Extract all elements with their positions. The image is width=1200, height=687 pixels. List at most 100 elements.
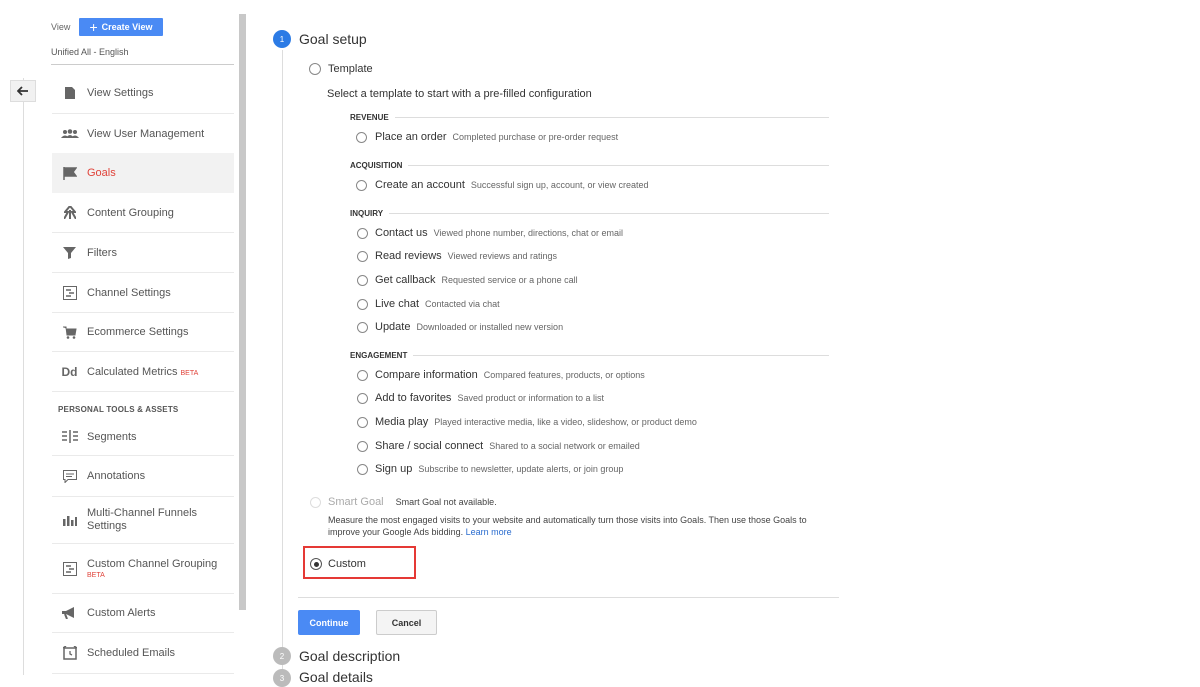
option-radio[interactable]: [357, 298, 368, 310]
smart-goal-description-text: improve your Google Ads bidding.: [328, 527, 464, 537]
smart-goal-option: Smart Goal Smart Goal not available.: [310, 496, 497, 508]
sidebar-item-view-user-management[interactable]: View User Management: [52, 114, 234, 153]
channel-grouping-icon: [52, 561, 87, 576]
sidebar-item-label: View User Management: [87, 127, 205, 140]
sidebar-item-label: Calculated Metrics BETA: [87, 366, 198, 378]
segments-icon: [52, 430, 87, 443]
custom-option[interactable]: Custom: [310, 558, 366, 570]
option-media-play[interactable]: Media play Played interactive media, lik…: [357, 416, 697, 428]
document-icon: [52, 86, 87, 100]
option-radio[interactable]: [357, 369, 368, 381]
custom-label: Custom: [328, 558, 366, 570]
template-label: Template: [328, 63, 373, 75]
view-selector[interactable]: Unified All - English: [51, 47, 129, 57]
sidebar-item-view-settings[interactable]: View Settings: [52, 73, 234, 113]
sidebar-item-content-grouping[interactable]: Content Grouping: [52, 193, 234, 232]
view-divider: [51, 64, 234, 65]
sidebar-item-filters[interactable]: Filters: [52, 233, 234, 272]
option-radio[interactable]: [356, 131, 367, 143]
sidebar-item-annotations[interactable]: Annotations: [52, 456, 234, 496]
option-radio[interactable]: [357, 227, 368, 239]
option-description: Viewed phone number, directions, chat or…: [433, 228, 624, 238]
option-sign-up[interactable]: Sign up Subscribe to newsletter, update …: [357, 463, 623, 475]
sidebar-item-scheduled-emails[interactable]: Scheduled Emails: [52, 633, 234, 673]
option-create-an-account[interactable]: Create an account Successful sign up, ac…: [356, 179, 648, 191]
option-description: Shared to a social network or emailed: [489, 441, 640, 451]
option-place-an-order[interactable]: Place an order Completed purchase or pre…: [356, 131, 618, 143]
option-label: Place an order: [375, 131, 447, 143]
step-title-goal-details: Goal details: [299, 669, 373, 685]
option-read-reviews[interactable]: Read reviews Viewed reviews and ratings: [357, 250, 557, 262]
users-icon: [52, 128, 87, 139]
sidebar-scrollbar[interactable]: [239, 14, 246, 610]
annotation-icon: [52, 469, 87, 483]
megaphone-icon: [52, 607, 87, 619]
category-rule: [394, 117, 829, 118]
create-view-button[interactable]: + Create View: [79, 18, 163, 36]
sidebar-item-label: Segments: [87, 430, 137, 443]
template-hint: Select a template to start with a pre-fi…: [327, 88, 592, 100]
step-number: 2: [273, 647, 291, 665]
option-live-chat[interactable]: Live chat Contacted via chat: [357, 298, 500, 310]
filter-icon: [52, 246, 87, 259]
alarm-icon: [52, 646, 87, 660]
divider: [52, 391, 234, 392]
option-radio[interactable]: [357, 440, 368, 452]
option-label: Update: [375, 321, 411, 333]
option-label: Get callback: [375, 274, 436, 286]
option-description: Contacted via chat: [425, 299, 500, 309]
content-grouping-icon: [52, 206, 87, 219]
option-radio[interactable]: [357, 416, 368, 428]
cancel-button[interactable]: Cancel: [376, 610, 437, 635]
option-radio[interactable]: [356, 179, 367, 191]
sidebar-item-label: Custom Channel Grouping BETA: [87, 558, 217, 579]
custom-radio[interactable]: [310, 558, 322, 570]
option-description: Compared features, products, or options: [483, 370, 645, 380]
option-share-social-connect[interactable]: Share / social connect Shared to a socia…: [357, 440, 640, 452]
cart-icon: [52, 326, 87, 339]
continue-button[interactable]: Continue: [298, 610, 360, 635]
sidebar-item-channel-settings[interactable]: Channel Settings: [52, 273, 234, 312]
back-button[interactable]: [10, 80, 36, 102]
sidebar-item-goals[interactable]: Goals: [52, 153, 234, 193]
smart-goal-status: Smart Goal not available.: [395, 497, 497, 507]
category-rule: [408, 165, 829, 166]
sidebar-item-ecommerce-settings[interactable]: Ecommerce Settings: [52, 313, 234, 351]
option-get-callback[interactable]: Get callback Requested service or a phon…: [357, 274, 578, 286]
sidebar-item-segments[interactable]: Segments: [52, 418, 234, 455]
template-option[interactable]: Template: [309, 63, 373, 75]
option-add-to-favorites[interactable]: Add to favorites Saved product or inform…: [357, 392, 604, 404]
sidebar-item-label: View Settings: [87, 87, 154, 99]
option-radio[interactable]: [357, 321, 368, 333]
flag-icon: [52, 166, 87, 180]
sidebar-item-label: Ecommerce Settings: [87, 326, 189, 338]
option-radio[interactable]: [357, 463, 368, 475]
option-label: Share / social connect: [375, 440, 484, 452]
option-radio[interactable]: [357, 392, 368, 404]
plus-icon: +: [89, 19, 98, 35]
sidebar-item-calculated-metrics[interactable]: Dd Calculated Metrics BETA: [52, 352, 234, 391]
learn-more-link[interactable]: Learn more: [466, 527, 512, 537]
option-label: Contact us: [375, 227, 428, 239]
category-revenue: REVENUE: [350, 113, 829, 122]
option-label: Create an account: [375, 179, 465, 191]
channel-icon: [52, 285, 87, 300]
option-compare-information[interactable]: Compare information Compared features, p…: [357, 369, 645, 381]
option-update[interactable]: Update Downloaded or installed new versi…: [357, 321, 563, 333]
option-contact-us[interactable]: Contact us Viewed phone number, directio…: [357, 227, 623, 239]
option-label: Sign up: [375, 463, 413, 475]
category-title: ACQUISITION: [350, 161, 403, 170]
sidebar-item-custom-alerts[interactable]: Custom Alerts: [52, 594, 234, 632]
sidebar-item-label: Channel Settings: [87, 286, 171, 299]
option-radio[interactable]: [357, 250, 368, 262]
sidebar-item-multi-channel-funnels[interactable]: Multi-Channel Funnels Settings: [52, 497, 234, 543]
create-view-label: Create View: [101, 22, 153, 32]
category-inquiry: INQUIRY: [350, 209, 829, 218]
sidebar-item-custom-channel-grouping[interactable]: Custom Channel Grouping BETA: [52, 544, 234, 593]
beta-badge: BETA: [180, 369, 199, 377]
template-radio[interactable]: [309, 63, 321, 75]
beta-badge: BETA: [87, 572, 105, 579]
smart-goal-description-line2: improve your Google Ads bidding. Learn m…: [328, 527, 512, 537]
option-radio[interactable]: [357, 274, 368, 286]
step-number: 1: [273, 30, 291, 48]
